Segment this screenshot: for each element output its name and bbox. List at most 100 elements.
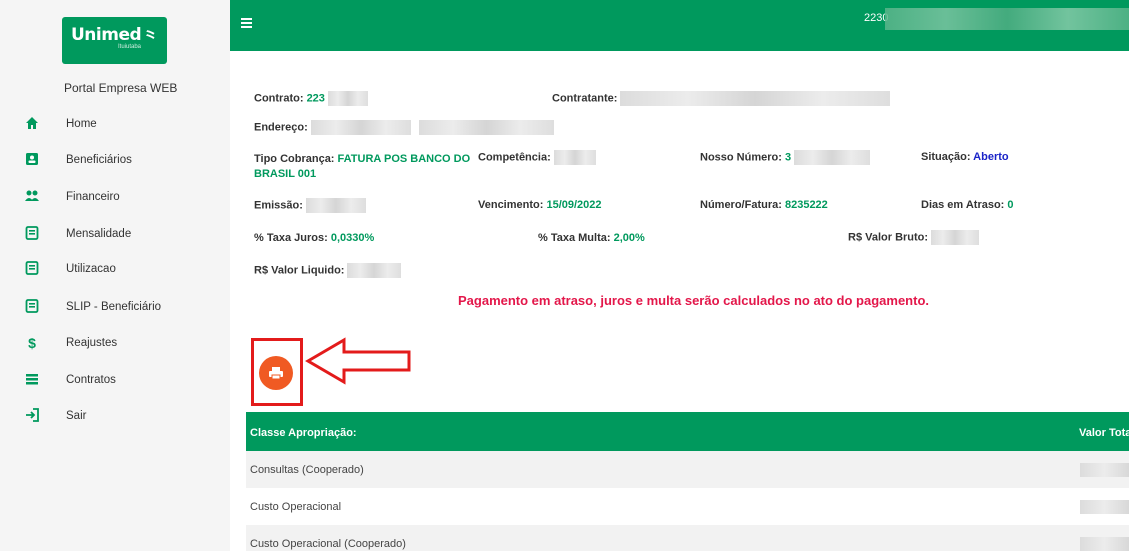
nosso-numero-field: Nosso Número: 3 — [700, 150, 871, 165]
document-icon — [24, 261, 40, 277]
contrato-field: Contrato: 223 — [254, 91, 368, 106]
vencimento-field: Vencimento: 15/09/2022 — [478, 199, 602, 211]
top-header: 2230 — [230, 0, 1129, 51]
portal-title: Portal Empresa WEB — [64, 81, 178, 95]
late-payment-alert: Pagamento em atraso, juros e multa serão… — [458, 293, 930, 308]
row-label: Custo Operacional — [250, 501, 342, 513]
sidebar-item-label: SLIP - Beneficiário — [66, 301, 162, 313]
valor-bruto-field: R$ Valor Bruto: — [848, 230, 980, 245]
valor-bruto-label: R$ Valor Bruto: — [848, 231, 929, 244]
redacted-value — [305, 198, 366, 213]
table-row[interactable]: Custo Operacional (Cooperado) — [246, 525, 1129, 551]
row-label: Consultas (Cooperado) — [250, 464, 364, 476]
endereco-label: Endereço: — [254, 121, 308, 134]
column-header-classe: Classe Apropriação: — [250, 427, 357, 439]
sidebar-item-label: Utilizacao — [66, 263, 116, 275]
competencia-label: Competência: — [478, 151, 551, 164]
taxa-juros-field: % Taxa Juros: 0,0330% — [254, 232, 374, 244]
redacted-value — [310, 120, 411, 135]
logo-brand: Unimed — [71, 25, 142, 45]
sidebar-item-label: Financeiro — [66, 191, 120, 203]
dollar-icon: $ — [28, 335, 36, 351]
sidebar-item-label: Beneficiários — [66, 154, 132, 166]
document-icon — [24, 226, 40, 242]
dias-atraso-value: 0 — [1007, 199, 1014, 211]
column-header-valor-total: Valor Total — [1079, 427, 1129, 439]
nosso-numero-value: 3 — [784, 151, 792, 164]
redacted-value — [794, 150, 871, 165]
hamburger-menu-icon[interactable] — [241, 18, 252, 28]
redacted-value — [327, 91, 368, 106]
home-icon — [24, 116, 40, 132]
vencimento-value: 15/09/2022 — [546, 199, 602, 211]
tipo-cobranca-label: Tipo Cobrança: — [254, 153, 335, 165]
valor-liquido-label: R$ Valor Liquido: — [254, 264, 345, 277]
print-button[interactable] — [259, 356, 293, 390]
redacted-value — [1080, 537, 1129, 551]
redacted-value — [418, 120, 554, 135]
situacao-label: Situação: — [921, 151, 971, 163]
contrato-value: 223 — [306, 92, 325, 105]
endereco-field: Endereço: — [254, 120, 554, 135]
sidebar-item-utilizacao[interactable]: Utilizacao — [0, 255, 230, 285]
sidebar-item-label: Mensalidade — [66, 228, 132, 240]
redacted-value — [1080, 500, 1129, 514]
sidebar-item-mensalidade[interactable]: Mensalidade — [0, 220, 230, 250]
vencimento-label: Vencimento: — [478, 199, 544, 211]
users-icon — [24, 189, 40, 205]
annotation-arrow-icon — [305, 337, 411, 385]
sidebar-item-beneficiarios[interactable]: Beneficiários — [0, 146, 230, 176]
sidebar-item-sair[interactable]: Sair — [0, 402, 230, 432]
sidebar-item-reajustes[interactable]: $ Reajustes — [0, 329, 230, 359]
list-icon — [24, 372, 40, 388]
taxa-multa-field: % Taxa Multa: 2,00% — [538, 232, 645, 244]
redacted-value — [347, 263, 402, 278]
redacted-value — [553, 150, 596, 165]
row-label: Custo Operacional (Cooperado) — [250, 538, 406, 550]
sidebar-item-label: Home — [66, 118, 97, 130]
sidebar-item-home[interactable]: Home — [0, 110, 230, 140]
printer-icon — [269, 367, 283, 380]
sidebar-item-contratos[interactable]: Contratos — [0, 366, 230, 396]
emissao-label: Emissão: — [254, 199, 303, 212]
valor-liquido-field: R$ Valor Liquido: — [254, 263, 402, 278]
table-row[interactable]: Consultas (Cooperado) — [246, 451, 1129, 488]
table-header: Classe Apropriação: Valor Total — [246, 412, 1129, 451]
numero-fatura-field: Número/Fatura: 8235222 — [700, 199, 828, 211]
dias-atraso-field: Dias em Atraso: 0 — [921, 199, 1014, 211]
emissao-field: Emissão: — [254, 198, 366, 213]
sidebar-item-label: Sair — [66, 410, 87, 422]
logo-subtitle: Ituiutaba — [118, 44, 142, 50]
sidebar: Unimed Ituiutaba ⺀ Portal Empresa WEB Ho… — [0, 0, 230, 551]
sidebar-item-financeiro[interactable]: Financeiro — [0, 183, 230, 213]
unimed-logo[interactable]: Unimed Ituiutaba ⺀ — [62, 17, 167, 64]
taxa-multa-value: 2,00% — [613, 232, 645, 244]
redacted-user-info — [885, 8, 1129, 30]
sidebar-item-label: Contratos — [66, 374, 116, 386]
numero-fatura-label: Número/Fatura: — [700, 199, 782, 211]
numero-fatura-value: 8235222 — [784, 199, 828, 211]
taxa-juros-value: 0,0330% — [330, 232, 375, 244]
situacao-value: Aberto — [973, 151, 1009, 163]
tipo-cobranca-value-line2: BRASIL 001 — [254, 168, 317, 180]
redacted-value — [1080, 463, 1129, 477]
dias-atraso-label: Dias em Atraso: — [921, 199, 1005, 211]
tipo-cobranca-field: Tipo Cobrança: FATURA POS BANCO DO BRASI… — [254, 152, 470, 182]
id-card-icon — [24, 152, 40, 168]
redacted-value — [931, 230, 980, 245]
sidebar-item-label: Reajustes — [66, 337, 118, 349]
redacted-value — [620, 91, 891, 106]
contratante-label: Contratante: — [552, 92, 618, 105]
contrato-label: Contrato: — [254, 92, 304, 105]
nosso-numero-label: Nosso Número: — [700, 151, 782, 164]
taxa-multa-label: % Taxa Multa: — [538, 232, 611, 244]
sign-out-icon — [24, 408, 40, 424]
tipo-cobranca-value: FATURA POS BANCO DO — [337, 153, 471, 165]
document-icon — [24, 299, 40, 315]
contratante-field: Contratante: — [552, 91, 891, 106]
table-row[interactable]: Custo Operacional — [246, 488, 1129, 525]
sidebar-item-slip-beneficiario[interactable]: SLIP - Beneficiário — [0, 293, 230, 323]
competencia-field: Competência: — [478, 150, 596, 165]
situacao-field: Situação: Aberto — [921, 151, 1009, 163]
unimed-mark-icon: ⺀ — [142, 28, 159, 47]
